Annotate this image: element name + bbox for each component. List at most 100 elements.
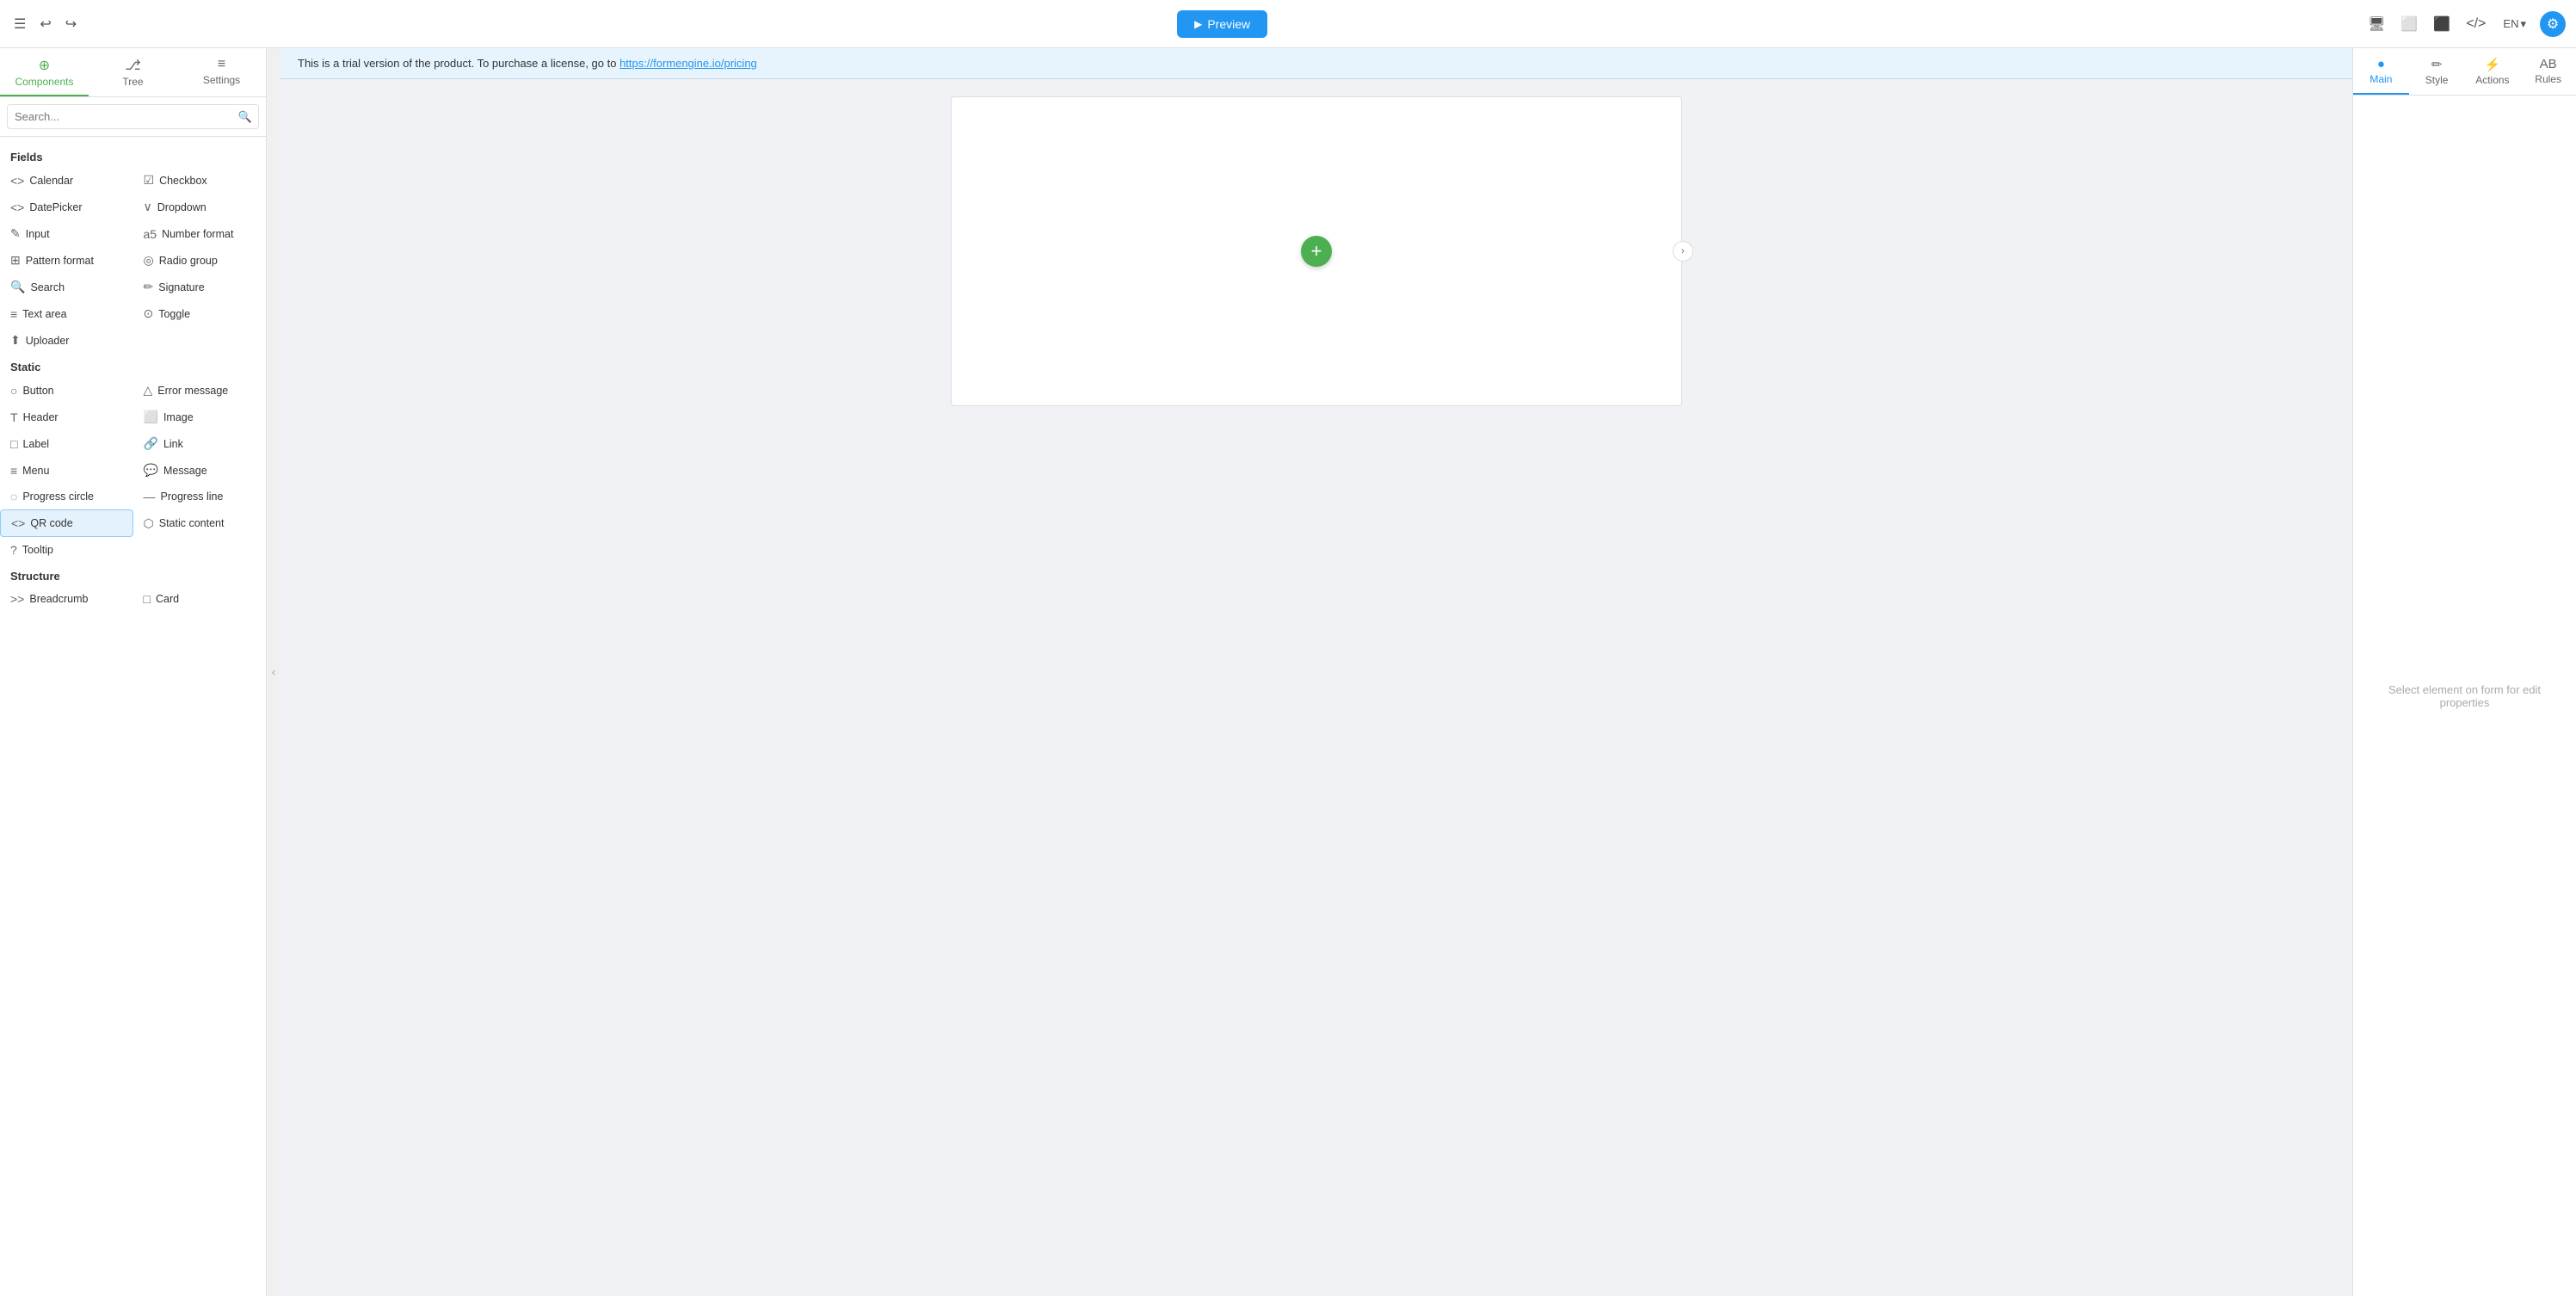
static-section-label: Static — [0, 354, 266, 377]
number-format-icon: а5 — [144, 227, 157, 241]
rules-tab-icon: AB — [2540, 57, 2557, 71]
menu-icon: ≡ — [10, 464, 17, 478]
component-button[interactable]: ○ Button — [0, 377, 133, 404]
component-search[interactable]: 🔍 Search — [0, 274, 133, 300]
menu-button[interactable]: ☰ — [10, 12, 29, 36]
actions-tab-icon: ⚡ — [2485, 57, 2501, 72]
component-radio-group[interactable]: ◎ Radio group — [133, 247, 267, 274]
component-checkbox[interactable]: ☑ Checkbox — [133, 167, 267, 194]
canvas-expand-arrow[interactable]: › — [1673, 241, 1693, 262]
component-number-format[interactable]: а5 Number format — [133, 220, 267, 247]
tab-tree[interactable]: ⎇ Tree — [89, 48, 177, 96]
redo-button[interactable]: ↪ — [62, 12, 80, 36]
component-calendar[interactable]: <> Calendar — [0, 167, 133, 194]
mobile-view-button[interactable]: ⬛ — [2430, 12, 2454, 36]
sidebar-tabs: ⊕ Components ⎇ Tree ≡ Settings — [0, 48, 266, 97]
datepicker-icon: <> — [10, 201, 24, 214]
dropdown-icon: ∨ — [144, 200, 152, 214]
fields-grid: <> Calendar ☑ Checkbox <> DatePicker ∨ D… — [0, 167, 266, 354]
component-progress-circle[interactable]: ◌ Progress circle — [0, 484, 133, 509]
link-icon: 🔗 — [144, 436, 158, 451]
main-tab-icon: ● — [2377, 57, 2385, 71]
calendar-icon: <> — [10, 174, 24, 188]
topbar-right: 🖥 ⬜ ⬛ </> EN ▾ ⚙ — [2364, 11, 2566, 37]
error-message-icon: △ — [144, 383, 153, 398]
component-error-message[interactable]: △ Error message — [133, 377, 267, 404]
component-menu[interactable]: ≡ Menu — [0, 457, 133, 484]
style-tab-icon: ✏ — [2431, 57, 2443, 72]
settings-button[interactable]: ⚙ — [2540, 11, 2566, 37]
component-text-area[interactable]: ≡ Text area — [0, 300, 133, 327]
code-view-button[interactable]: </> — [2462, 13, 2489, 35]
toggle-icon: ⊙ — [144, 306, 154, 321]
add-element-button[interactable]: + — [1301, 236, 1332, 267]
canvas-area: This is a trial version of the product. … — [280, 48, 2352, 1296]
signature-icon: ✏ — [144, 280, 154, 294]
preview-button[interactable]: Preview — [1177, 10, 1267, 38]
breadcrumb-icon: >> — [10, 592, 24, 606]
component-list: Fields <> Calendar ☑ Checkbox <> DatePic… — [0, 137, 266, 1296]
tab-style[interactable]: ✏ Style — [2409, 48, 2465, 95]
structure-section-label: Structure — [0, 563, 266, 586]
message-icon: 💬 — [144, 463, 158, 478]
static-content-icon: ⬡ — [144, 516, 154, 531]
component-image[interactable]: ⬜ Image — [133, 404, 267, 430]
component-signature[interactable]: ✏ Signature — [133, 274, 267, 300]
right-panel-content: Select element on form for edit properti… — [2353, 96, 2576, 1296]
form-canvas: + › — [951, 96, 1682, 406]
component-toggle[interactable]: ⊙ Toggle — [133, 300, 267, 327]
component-input[interactable]: ✎ Input — [0, 220, 133, 247]
component-card[interactable]: □ Card — [133, 586, 267, 612]
desktop-view-button[interactable]: 🖥 — [2364, 12, 2388, 36]
fields-section-label: Fields — [0, 144, 266, 167]
component-tooltip[interactable]: ? Tooltip — [0, 537, 133, 563]
tablet-view-button[interactable]: ⬜ — [2397, 12, 2421, 36]
component-dropdown[interactable]: ∨ Dropdown — [133, 194, 267, 220]
right-panel: ● Main ✏ Style ⚡ Actions AB Rules Select… — [2352, 48, 2576, 1296]
component-qr-code[interactable]: <> QR code — [0, 509, 133, 537]
language-selector[interactable]: EN ▾ — [2498, 14, 2531, 34]
select-hint: Select element on form for edit properti… — [2370, 683, 2559, 709]
pricing-link[interactable]: https://formengine.io/pricing — [619, 57, 757, 70]
component-breadcrumb[interactable]: >> Breadcrumb — [0, 586, 133, 612]
progress-circle-icon: ◌ — [10, 490, 17, 503]
tab-main[interactable]: ● Main — [2353, 48, 2409, 95]
topbar-center: Preview — [87, 10, 2357, 38]
components-tab-icon: ⊕ — [39, 57, 50, 74]
settings-tab-icon: ≡ — [218, 57, 225, 72]
text-area-icon: ≡ — [10, 307, 17, 321]
right-panel-tabs: ● Main ✏ Style ⚡ Actions AB Rules — [2353, 48, 2576, 96]
component-uploader[interactable]: ⬆ Uploader — [0, 327, 133, 354]
progress-line-icon: — — [144, 490, 156, 503]
image-icon: ⬜ — [144, 410, 158, 424]
tab-actions[interactable]: ⚡ Actions — [2465, 48, 2521, 95]
topbar: ☰ ↩ ↪ Preview 🖥 ⬜ ⬛ </> EN ▾ ⚙ — [0, 0, 2576, 48]
tab-components[interactable]: ⊕ Components — [0, 48, 89, 96]
uploader-icon: ⬆ — [10, 333, 21, 348]
label-icon: □ — [10, 437, 17, 451]
component-message[interactable]: 💬 Message — [133, 457, 267, 484]
input-icon: ✎ — [10, 226, 21, 241]
component-header[interactable]: T Header — [0, 404, 133, 430]
component-progress-line[interactable]: — Progress line — [133, 484, 267, 509]
component-label[interactable]: □ Label — [0, 430, 133, 457]
structure-grid: >> Breadcrumb □ Card — [0, 586, 266, 612]
component-static-content[interactable]: ⬡ Static content — [133, 509, 267, 537]
tab-rules[interactable]: AB Rules — [2520, 48, 2576, 95]
sidebar-collapse-button[interactable]: ‹ — [267, 48, 280, 1296]
qr-code-icon: <> — [11, 516, 25, 530]
tab-settings[interactable]: ≡ Settings — [177, 48, 266, 96]
canvas-scroll[interactable]: + › — [280, 79, 2352, 1296]
radio-group-icon: ◎ — [144, 253, 154, 268]
tree-tab-icon: ⎇ — [125, 57, 140, 74]
search-input[interactable] — [7, 104, 259, 129]
undo-button[interactable]: ↩ — [36, 12, 54, 36]
search-wrap: 🔍 — [7, 104, 259, 129]
component-datepicker[interactable]: <> DatePicker — [0, 194, 133, 220]
tooltip-icon: ? — [10, 543, 17, 557]
component-link[interactable]: 🔗 Link — [133, 430, 267, 457]
search-icon: 🔍 — [238, 110, 252, 124]
search-field-icon: 🔍 — [10, 280, 25, 294]
component-pattern-format[interactable]: ⊞ Pattern format — [0, 247, 133, 274]
pattern-format-icon: ⊞ — [10, 253, 21, 268]
